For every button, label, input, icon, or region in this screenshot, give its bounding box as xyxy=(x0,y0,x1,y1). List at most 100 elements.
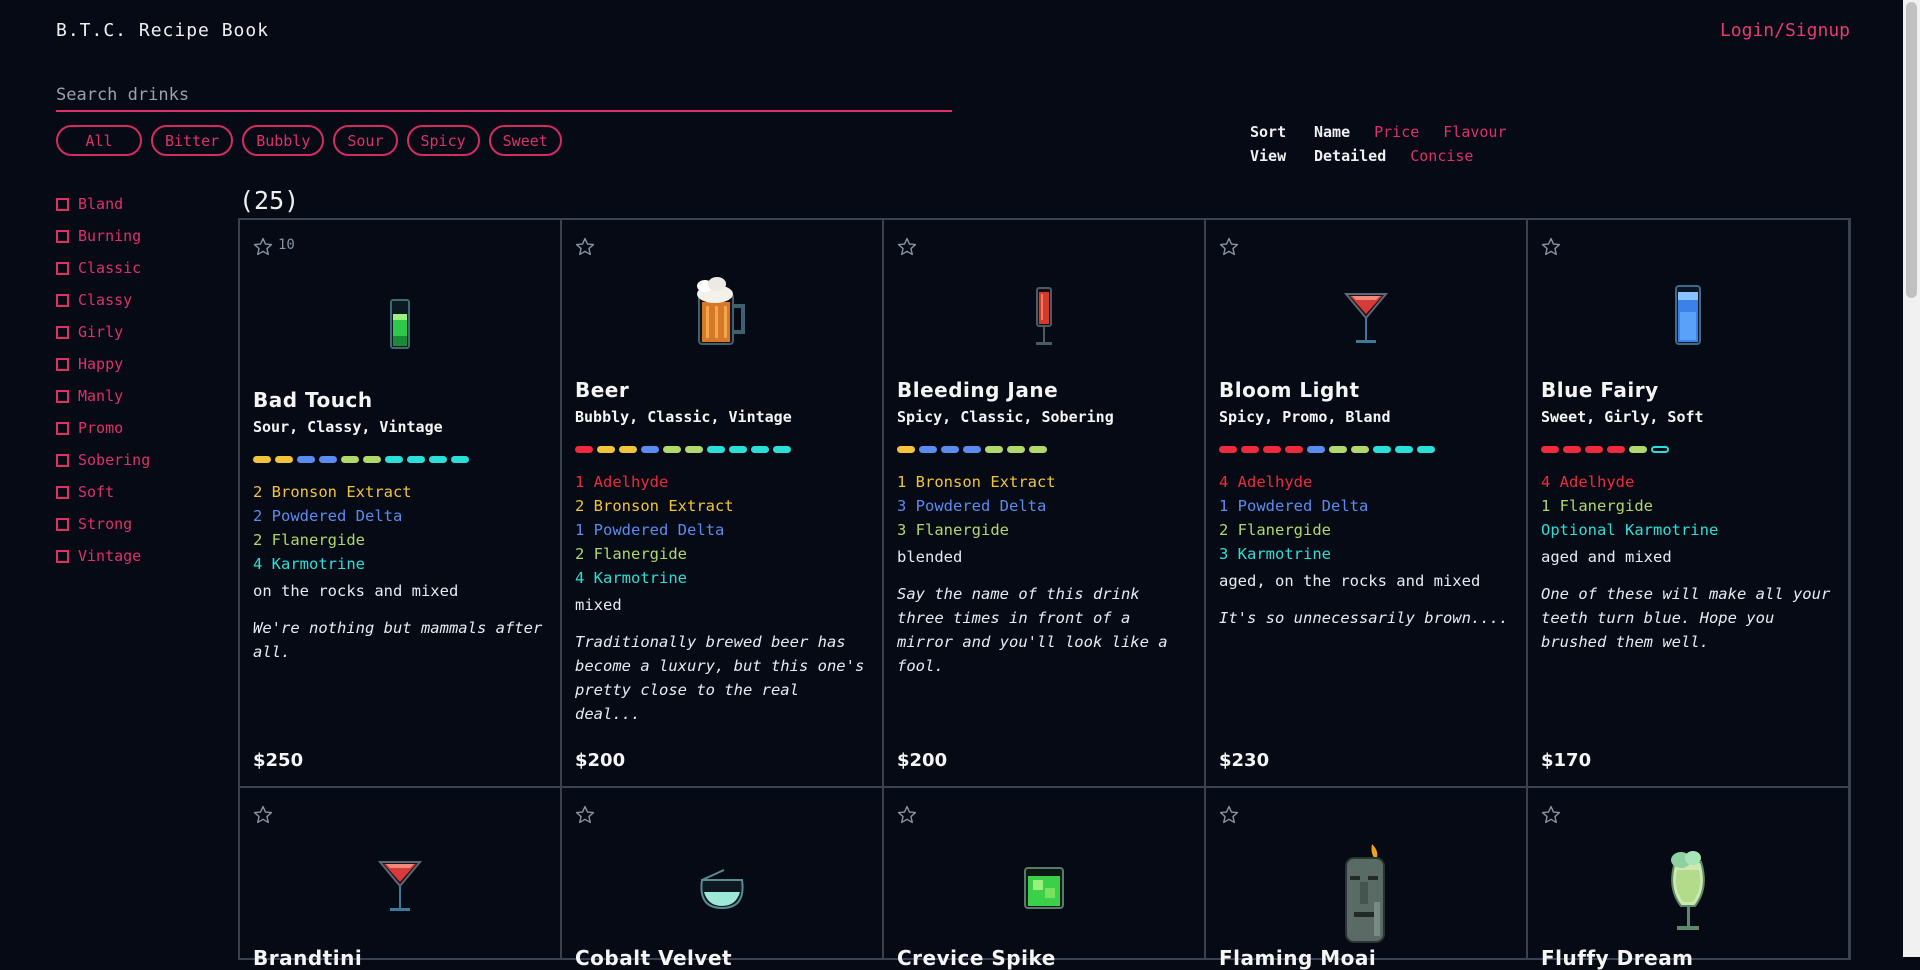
login-signup-link[interactable]: Login/Signup xyxy=(1720,20,1850,41)
ingredient-dot xyxy=(575,446,593,453)
sort-option-flavour[interactable]: Flavour xyxy=(1443,123,1506,141)
tag-filter-label: Promo xyxy=(78,419,124,437)
checkbox[interactable] xyxy=(56,197,69,211)
checkbox[interactable] xyxy=(56,325,69,339)
tag-filter-strong[interactable]: Strong xyxy=(56,508,150,540)
drink-name: Brandtini xyxy=(253,946,363,970)
ingredient-dot xyxy=(941,446,959,453)
favorite-star-icon[interactable] xyxy=(1540,804,1562,826)
checkbox[interactable] xyxy=(56,421,69,435)
sort-option-price[interactable]: Price xyxy=(1374,123,1419,141)
checkbox[interactable] xyxy=(56,293,69,307)
tag-filter-classy[interactable]: Classy xyxy=(56,284,150,316)
drink-name: Blue Fairy xyxy=(1541,378,1659,402)
tag-filter-girly[interactable]: Girly xyxy=(56,316,150,348)
drink-description: We're nothing but mammals after all. xyxy=(253,619,543,661)
drink-price: $250 xyxy=(253,750,304,771)
ingredient-dot xyxy=(363,456,381,463)
checkbox[interactable] xyxy=(56,485,69,499)
tag-filter-sidebar: Bland Burning Classic Classy Girly Happy Manly… xyxy=(56,188,150,572)
drink-card[interactable]: Bloom Light Spicy, Promo, Bland 4 Adelhyde… xyxy=(1206,220,1526,786)
favorite-star-icon[interactable] xyxy=(252,804,274,826)
favorite-star-icon[interactable] xyxy=(574,804,596,826)
tag-filter-manly[interactable]: Manly xyxy=(56,380,150,412)
drink-name: Crevice Spike xyxy=(897,946,1056,970)
checkbox[interactable] xyxy=(56,261,69,275)
drink-card[interactable]: Cobalt Velvet xyxy=(562,788,882,970)
moai-statue-icon xyxy=(1336,842,1396,950)
drink-card[interactable]: 10 Bad Touch Sour, Classy, Vintage 2 Bronso… xyxy=(240,220,560,786)
checkbox[interactable] xyxy=(56,453,69,467)
ingredient-dot xyxy=(451,456,469,463)
view-option-detailed[interactable]: Detailed xyxy=(1314,147,1386,165)
drink-card[interactable]: Brandtini xyxy=(240,788,560,970)
ingredient-dot xyxy=(641,446,659,453)
drink-card[interactable]: Fluffy Dream xyxy=(1528,788,1848,970)
tag-filter-burning[interactable]: Burning xyxy=(56,220,150,252)
preparation-method: aged and mixed xyxy=(1541,548,1672,566)
drink-description: Traditionally brewed beer has become a l… xyxy=(575,633,865,723)
tag-filter-vintage[interactable]: Vintage xyxy=(56,540,150,572)
search-input[interactable] xyxy=(56,84,952,106)
app-title: B.T.C. Recipe Book xyxy=(56,20,270,41)
ingredient-dot xyxy=(297,456,315,463)
ingredient-list: 1 Bronson Extract 3 Powdered Delta 3 Flane… xyxy=(897,470,1194,542)
ingredient-item: 1 Powdered Delta xyxy=(575,521,725,539)
view-option-concise[interactable]: Concise xyxy=(1410,147,1473,165)
favorite-star-icon[interactable] xyxy=(896,236,918,258)
tag-filter-happy[interactable]: Happy xyxy=(56,348,150,380)
ingredient-dot xyxy=(1329,446,1347,453)
drink-card[interactable]: Crevice Spike xyxy=(884,788,1204,970)
ingredient-dot xyxy=(1307,446,1325,453)
martini-glass-icon xyxy=(377,856,423,920)
ingredient-dot xyxy=(597,446,615,453)
favorite-star-icon[interactable] xyxy=(1218,236,1240,258)
filter-pill-spicy[interactable]: Spicy xyxy=(406,125,480,156)
ingredient-list: 1 Adelhyde 2 Bronson Extract 1 Powdered De… xyxy=(575,470,872,590)
drink-card[interactable]: Beer Bubbly, Classic, Vintage 1 Adelhyde 2 … xyxy=(562,220,882,786)
checkbox[interactable] xyxy=(56,517,69,531)
ingredient-item: 4 Adelhyde xyxy=(1541,473,1635,491)
preparation-method: on the rocks and mixed xyxy=(253,582,459,600)
tag-filter-promo[interactable]: Promo xyxy=(56,412,150,444)
ingredient-dot xyxy=(707,446,725,453)
scrollbar-thumb[interactable] xyxy=(1906,2,1917,298)
favorite-star-icon[interactable] xyxy=(252,236,274,258)
ingredient-item: 2 Bronson Extract xyxy=(575,497,734,515)
ingredient-dot xyxy=(385,456,403,463)
drink-card[interactable]: Blue Fairy Sweet, Girly, Soft 4 Adelhyde 1 … xyxy=(1528,220,1848,786)
drink-description: It's so unnecessarily brown.... xyxy=(1219,609,1509,627)
tag-filter-bland[interactable]: Bland xyxy=(56,188,150,220)
sort-option-name[interactable]: Name xyxy=(1314,123,1350,141)
favorite-count: 10 xyxy=(278,237,295,253)
green-rocks-glass-icon xyxy=(1021,864,1067,916)
martini-glass-icon xyxy=(1343,288,1389,352)
filter-pill-sour[interactable]: Sour xyxy=(333,125,398,156)
checkbox[interactable] xyxy=(56,229,69,243)
ingredient-dot xyxy=(341,456,359,463)
checkbox[interactable] xyxy=(56,389,69,403)
tag-filter-sobering[interactable]: Sobering xyxy=(56,444,150,476)
checkbox[interactable] xyxy=(56,549,69,563)
drink-tags: Spicy, Promo, Bland xyxy=(1219,408,1391,426)
tag-filter-classic[interactable]: Classic xyxy=(56,252,150,284)
filter-pill-all[interactable]: All xyxy=(56,125,142,156)
drink-card[interactable]: Flaming Moai xyxy=(1206,788,1526,970)
ingredient-item: 2 Powdered Delta xyxy=(253,507,403,525)
drink-details: Brandtini xyxy=(253,946,550,970)
tag-filter-label: Vintage xyxy=(78,547,142,565)
filter-pill-sweet[interactable]: Sweet xyxy=(488,125,562,156)
ingredient-item: 3 Powdered Delta xyxy=(897,497,1047,515)
filter-pill-bubbly[interactable]: Bubbly xyxy=(242,125,325,156)
drink-name: Flaming Moai xyxy=(1219,946,1377,970)
flavour-filter-group: All Bitter Bubbly Sour Spicy Sweet xyxy=(56,125,562,156)
favorite-star-icon[interactable] xyxy=(1540,236,1562,258)
filter-pill-bitter[interactable]: Bitter xyxy=(151,125,234,156)
favorite-star-icon[interactable] xyxy=(574,236,596,258)
tag-filter-soft[interactable]: Soft xyxy=(56,476,150,508)
page-scrollbar[interactable] xyxy=(1903,0,1920,957)
favorite-star-icon[interactable] xyxy=(896,804,918,826)
checkbox[interactable] xyxy=(56,357,69,371)
favorite-star-icon[interactable] xyxy=(1218,804,1240,826)
drink-card[interactable]: Bleeding Jane Spicy, Classic, Sobering 1 B… xyxy=(884,220,1204,786)
